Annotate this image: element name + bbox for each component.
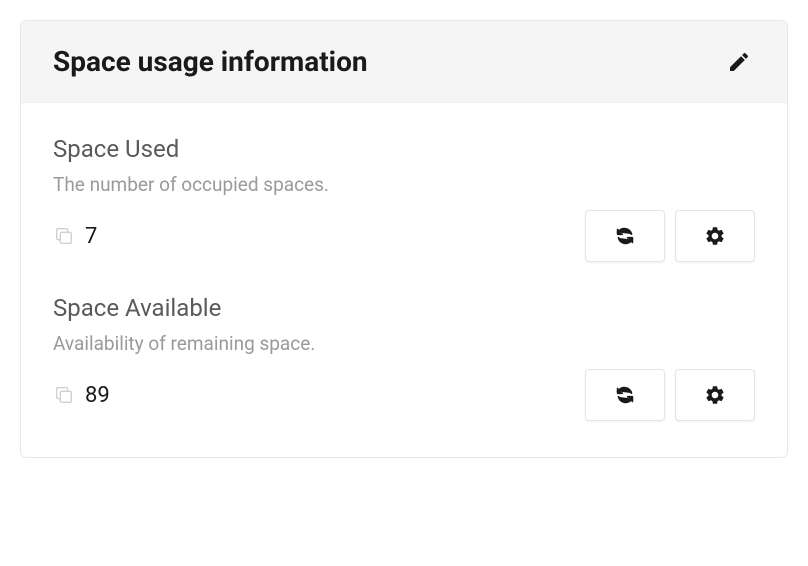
metric-space-available: Space Available Availability of remainin… (53, 294, 755, 421)
settings-button[interactable] (675, 369, 755, 421)
metric-value-wrap: 7 (53, 224, 97, 249)
metric-row: 89 (53, 369, 755, 421)
gear-icon (704, 384, 726, 406)
metric-value: 7 (85, 224, 97, 249)
copy-icon[interactable] (53, 225, 75, 247)
refresh-button[interactable] (585, 210, 665, 262)
settings-button[interactable] (675, 210, 755, 262)
card-title: Space usage information (53, 45, 368, 78)
refresh-icon (614, 225, 636, 247)
metric-value: 89 (85, 383, 110, 408)
metric-description: The number of occupied spaces. (53, 173, 755, 196)
metric-space-used: Space Used The number of occupied spaces… (53, 135, 755, 262)
card-header: Space usage information (21, 21, 787, 103)
gear-icon (704, 225, 726, 247)
copy-icon[interactable] (53, 384, 75, 406)
metric-row: 7 (53, 210, 755, 262)
action-group (585, 369, 755, 421)
action-group (585, 210, 755, 262)
edit-button[interactable] (723, 46, 755, 78)
metric-value-wrap: 89 (53, 383, 110, 408)
refresh-icon (614, 384, 636, 406)
metric-description: Availability of remaining space. (53, 332, 755, 355)
pencil-icon (727, 50, 751, 74)
refresh-button[interactable] (585, 369, 665, 421)
card-body: Space Used The number of occupied spaces… (21, 103, 787, 457)
metric-title: Space Available (53, 294, 755, 322)
space-usage-card: Space usage information Space Used The n… (20, 20, 788, 458)
metric-title: Space Used (53, 135, 755, 163)
